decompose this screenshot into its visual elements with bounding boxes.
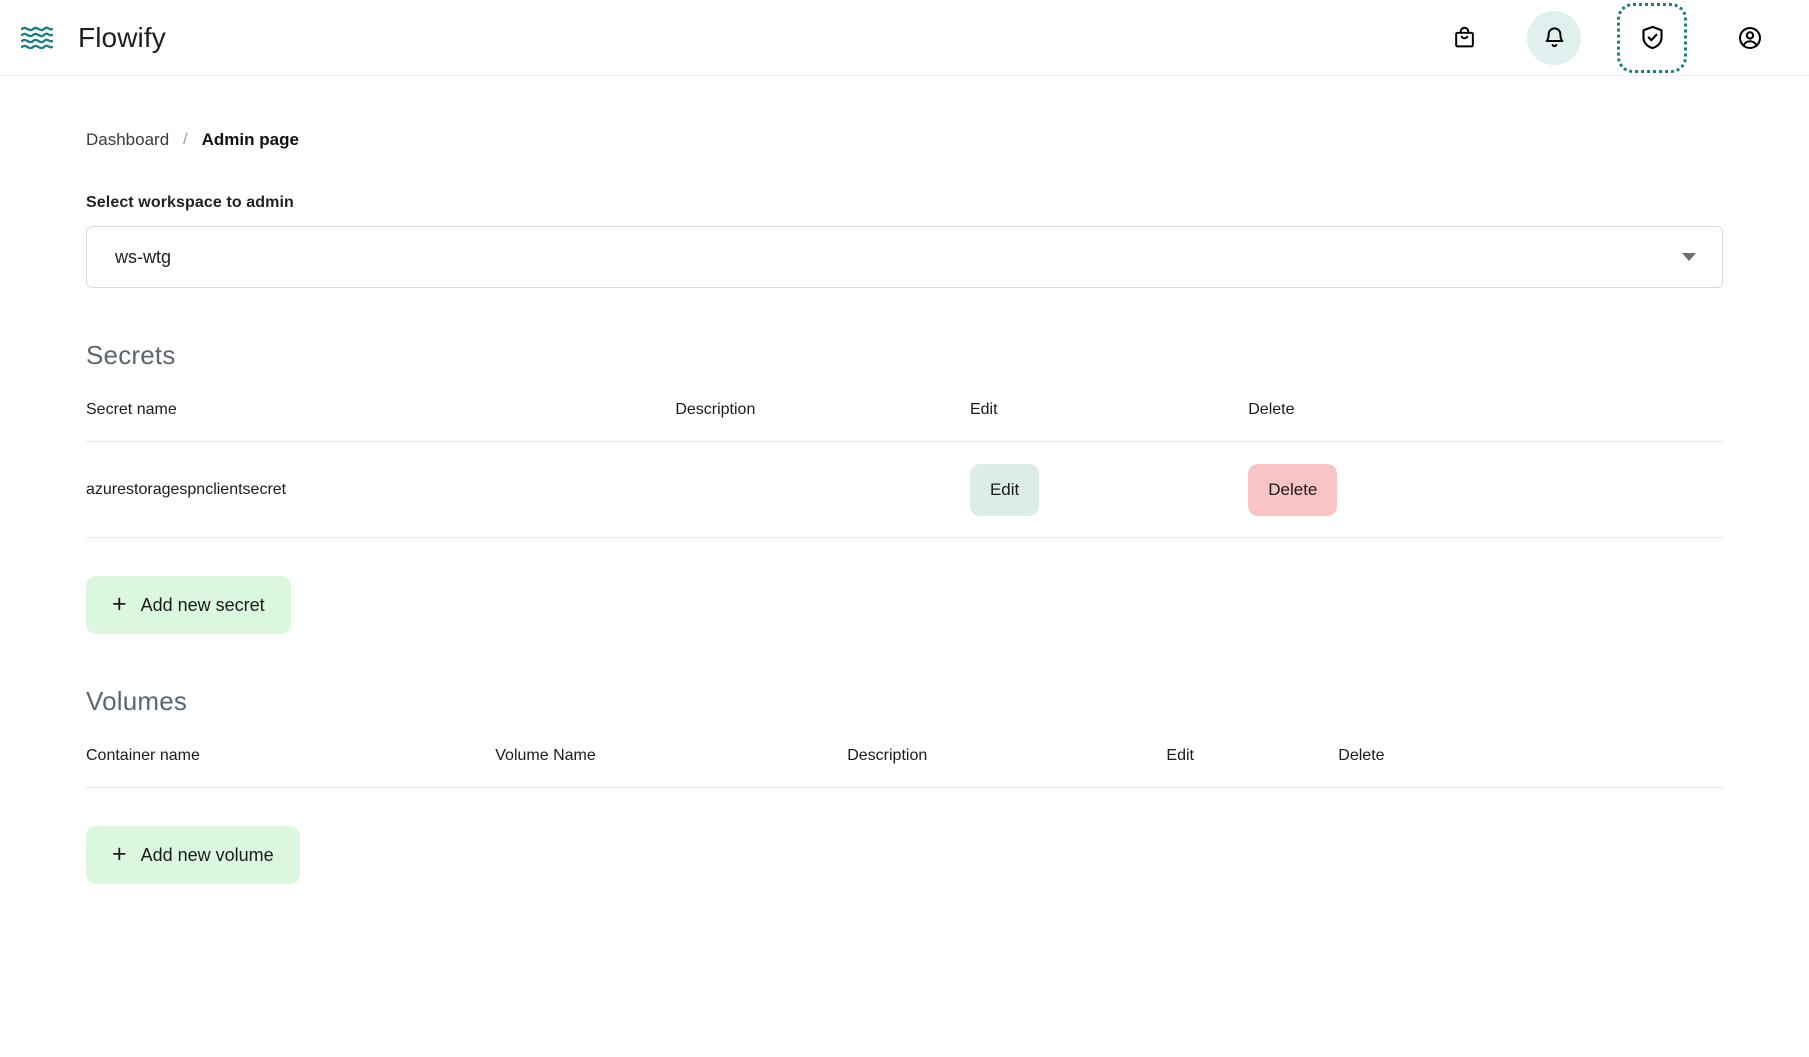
brand: Flowify [0,22,166,54]
shopping-bag-icon [1452,25,1477,50]
workspace-select-value: ws-wtg [115,246,172,267]
volumes-section-title: Volumes [86,686,188,716]
account-circle-icon [1737,25,1763,51]
secrets-col-description: Description [675,401,970,442]
secrets-table: Secret name Description Edit Delete azur… [86,401,1723,538]
volumes-col-container-name: Container name [86,747,496,788]
breadcrumb-dashboard[interactable]: Dashboard [86,130,169,150]
secrets-col-edit: Edit [969,401,1249,442]
volumes-table: Container name Volume Name Description E… [86,747,1723,788]
volumes-table-header-row: Container name Volume Name Description E… [86,747,1723,788]
add-new-volume-button[interactable]: + Add new volume [86,826,300,884]
add-new-secret-label: Add new secret [140,594,265,615]
secrets-col-delete: Delete [1248,401,1723,442]
secrets-table-header-row: Secret name Description Edit Delete [86,401,1723,442]
page-content: Dashboard / Admin page Select workspace … [0,76,1809,884]
secret-delete-cell: Delete [1248,441,1723,538]
delete-secret-button[interactable]: Delete [1248,463,1338,516]
chevron-down-icon [1682,253,1696,261]
plus-icon: + [112,589,127,618]
breadcrumb: Dashboard / Admin page [86,76,1723,150]
brand-title: Flowify [78,21,166,53]
secret-description-cell [675,441,970,538]
volumes-col-volume-name: Volume Name [495,747,848,788]
secret-edit-cell: Edit [969,441,1249,538]
shield-check-icon [1639,24,1666,51]
waves-icon [20,23,54,53]
secrets-section-title: Secrets [86,340,176,370]
app-header: Flowify [0,0,1809,76]
add-new-secret-button[interactable]: + Add new secret [86,576,291,634]
breadcrumb-current: Admin page [201,130,299,149]
bell-icon [1542,25,1567,51]
security-button[interactable] [1625,11,1679,65]
secrets-col-secret-name: Secret name [86,401,676,442]
plus-icon: + [112,839,127,868]
breadcrumb-separator: / [183,131,188,148]
table-row: azurestoragespnclientsecret Edit Delete [86,441,1723,538]
edit-secret-button[interactable]: Edit [969,463,1040,516]
workspace-select[interactable]: ws-wtg [86,226,1723,288]
header-actions [1437,2,1809,73]
volumes-col-edit: Edit [1166,747,1339,788]
account-button[interactable] [1723,11,1777,65]
secret-name-cell: azurestoragespnclientsecret [86,441,676,538]
security-focus-ring [1617,2,1687,73]
volumes-col-description: Description [847,747,1167,788]
notifications-button[interactable] [1527,10,1581,65]
workspace-select-label: Select workspace to admin [86,194,294,211]
volumes-col-delete: Delete [1338,747,1723,788]
add-new-volume-label: Add new volume [140,844,274,865]
shopping-bag-button[interactable] [1437,11,1491,65]
